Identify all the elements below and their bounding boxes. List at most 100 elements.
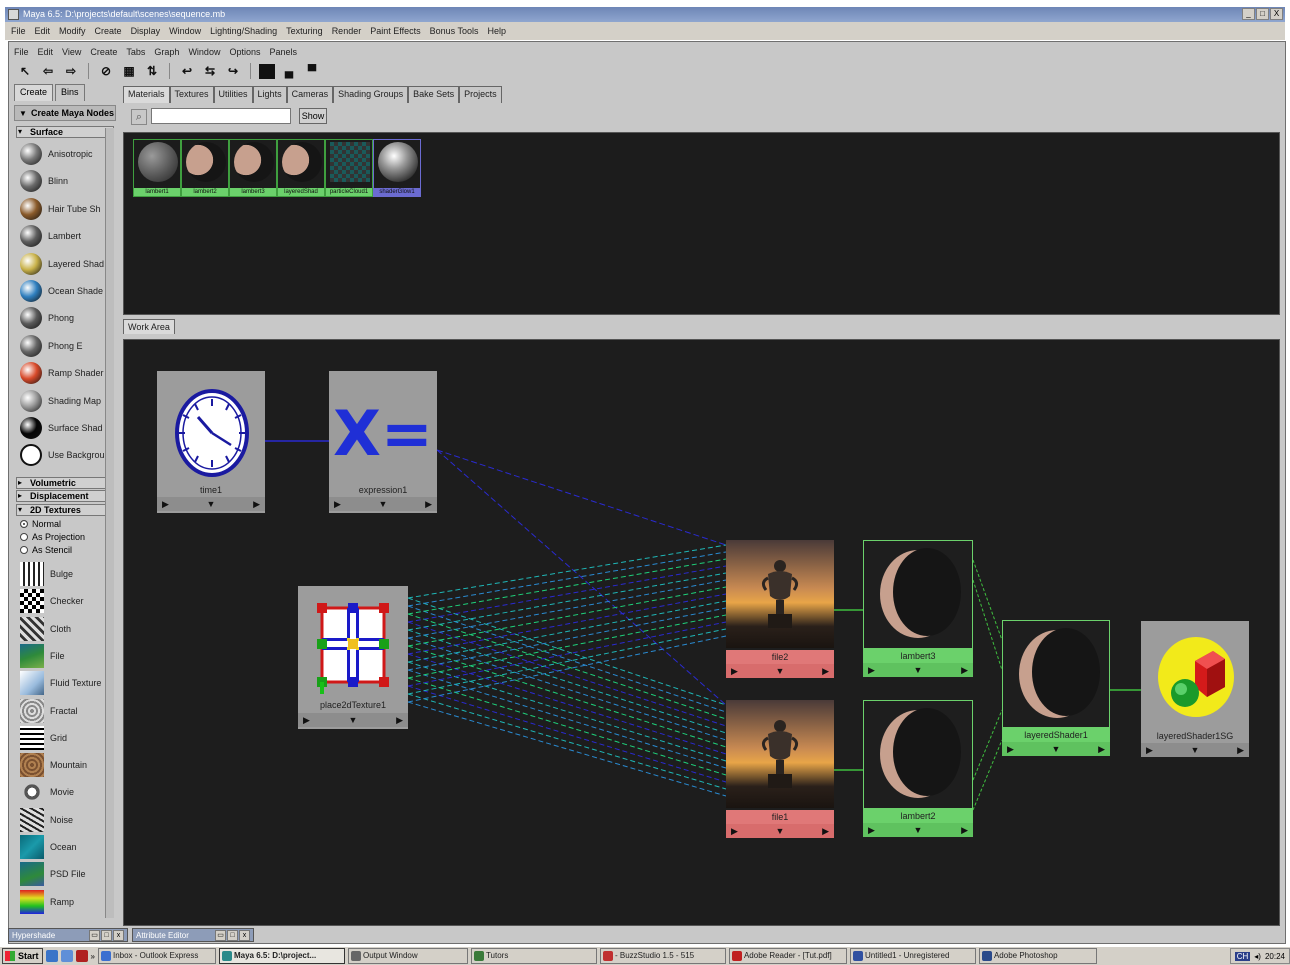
- clock[interactable]: 20:24: [1265, 952, 1285, 961]
- hs-menu-edit[interactable]: Edit: [38, 47, 54, 57]
- taskbar-button[interactable]: Inbox - Outlook Express: [97, 948, 216, 964]
- node-lambert3[interactable]: lambert3 ▶ ▼ ▶: [863, 540, 973, 682]
- surface-node-shading-map[interactable]: Shading Map: [20, 389, 116, 413]
- section-volumetric[interactable]: ▸ Volumetric: [16, 477, 114, 489]
- menu-paint-effects[interactable]: Paint Effects: [370, 26, 420, 36]
- connection-wire[interactable]: [436, 449, 727, 546]
- taskbar-button[interactable]: - BuzzStudio 1.5 - 515: [599, 948, 726, 964]
- quick-launch-more-icon[interactable]: »: [91, 952, 95, 961]
- connection-wire[interactable]: [407, 565, 727, 623]
- radio-button[interactable]: [20, 520, 28, 528]
- node-lambert3-ports[interactable]: ▶ ▼ ▶: [863, 663, 973, 677]
- hs-menu-file[interactable]: File: [14, 47, 29, 57]
- output-connections-icon[interactable]: ↪: [224, 63, 242, 80]
- connection-wire[interactable]: [407, 586, 727, 647]
- surface-node-layered-shad[interactable]: Layered Shad: [20, 252, 116, 276]
- menu-window[interactable]: Window: [169, 26, 201, 36]
- connection-wire[interactable]: [972, 579, 1003, 671]
- material-particlecloud1[interactable]: particleCloud1: [325, 139, 373, 197]
- close-icon[interactable]: x: [113, 929, 124, 941]
- connection-wire[interactable]: [972, 709, 1003, 781]
- node-place2d-texture[interactable]: place2dTexture1 ▶ ▼ ▶: [298, 586, 408, 729]
- surface-node-ramp-shader[interactable]: Ramp Shader: [20, 361, 116, 385]
- menu-bonus-tools[interactable]: Bonus Tools: [430, 26, 479, 36]
- tab-shading-groups[interactable]: Shading Groups: [333, 86, 409, 103]
- minimized-attribute-editor[interactable]: Attribute Editor ▭ □ x: [132, 928, 254, 942]
- node-file1-ports[interactable]: ▶ ▼ ▶: [726, 824, 834, 838]
- chevron-down-icon[interactable]: ▼: [914, 825, 923, 835]
- connection-wire[interactable]: [407, 685, 727, 783]
- media-player-icon[interactable]: [75, 950, 88, 962]
- texture-node-psd-file[interactable]: PSD File: [20, 862, 116, 887]
- tab-projects[interactable]: Projects: [459, 86, 502, 103]
- forward-arrow-icon[interactable]: ⇨: [62, 63, 80, 80]
- tab-textures[interactable]: Textures: [169, 86, 214, 103]
- node-place2d-ports[interactable]: ▶ ▼ ▶: [298, 713, 408, 727]
- input-output-icon[interactable]: ⇆: [201, 63, 219, 80]
- output-port-icon[interactable]: ▶: [961, 665, 968, 676]
- tab-lights[interactable]: Lights: [252, 86, 287, 103]
- input-port-icon[interactable]: ▶: [334, 499, 341, 510]
- connection-wire[interactable]: [436, 449, 727, 706]
- material-filter-input[interactable]: [151, 108, 291, 124]
- tab-bake-sets[interactable]: Bake Sets: [408, 86, 460, 103]
- node-layered-shader[interactable]: layeredShader1 ▶ ▼ ▶: [1002, 620, 1110, 760]
- connection-wire[interactable]: [972, 739, 1003, 811]
- material-shaderglow1[interactable]: shaderGlow1: [373, 139, 421, 197]
- texture-node-file[interactable]: File: [20, 643, 116, 668]
- node-shading-group-ports[interactable]: ▶ ▼ ▶: [1141, 743, 1249, 757]
- tab-cameras[interactable]: Cameras: [286, 86, 334, 103]
- both-panels-icon[interactable]: ▀: [303, 63, 321, 80]
- input-port-icon[interactable]: ▶: [1007, 744, 1014, 755]
- connection-wire[interactable]: [972, 559, 1003, 641]
- restore-icon[interactable]: ▭: [215, 929, 226, 941]
- node-layered-shader-ports[interactable]: ▶ ▼ ▶: [1002, 742, 1110, 756]
- close-button[interactable]: X: [1270, 8, 1283, 20]
- input-port-icon[interactable]: ▶: [1146, 745, 1153, 756]
- texture-node-ramp[interactable]: Ramp: [20, 889, 116, 914]
- surface-node-anisotropic[interactable]: Anisotropic: [20, 142, 116, 166]
- surface-node-surface-shad[interactable]: Surface Shad: [20, 416, 116, 440]
- taskbar-button[interactable]: Output Window: [347, 948, 468, 964]
- back-arrow-icon[interactable]: ⇦: [39, 63, 57, 80]
- taskbar-button[interactable]: Adobe Photoshop: [978, 948, 1097, 964]
- surface-node-hair-tube-sh[interactable]: Hair Tube Sh: [20, 197, 116, 221]
- output-port-icon[interactable]: ▶: [822, 826, 829, 837]
- window-title-bar[interactable]: Maya 6.5: D:\projects\default\scenes\seq…: [5, 7, 1285, 22]
- show-button[interactable]: Show: [299, 108, 327, 124]
- chevron-down-icon[interactable]: ▼: [349, 715, 358, 725]
- node-file1[interactable]: file1 ▶ ▼ ▶: [726, 700, 834, 842]
- node-expression[interactable]: X= expression1 ▶ ▼ ▶: [329, 371, 437, 513]
- texture-mode-as-stencil[interactable]: As Stencil: [20, 544, 72, 556]
- node-time-ports[interactable]: ▶ ▼ ▶: [157, 497, 265, 511]
- connection-wire[interactable]: [407, 558, 727, 615]
- chevron-down-icon[interactable]: ▼: [1191, 745, 1200, 755]
- taskbar-button[interactable]: Maya 6.5: D:\project...: [218, 948, 345, 964]
- texture-mode-normal[interactable]: Normal: [20, 518, 61, 530]
- output-port-icon[interactable]: ▶: [253, 499, 260, 510]
- maximize-button[interactable]: □: [1256, 8, 1269, 20]
- surface-node-use-background[interactable]: Use Background: [20, 443, 116, 467]
- hs-menu-panels[interactable]: Panels: [269, 47, 297, 57]
- minimize-button[interactable]: _: [1242, 8, 1255, 20]
- output-port-icon[interactable]: ▶: [396, 715, 403, 726]
- texture-node-ocean[interactable]: Ocean: [20, 835, 116, 859]
- create-maya-nodes-dropdown[interactable]: ▼ Create Maya Nodes: [14, 105, 116, 121]
- output-port-icon[interactable]: ▶: [1098, 744, 1105, 755]
- surface-node-ocean-shade[interactable]: Ocean Shade: [20, 279, 116, 303]
- connection-wire[interactable]: [407, 544, 727, 599]
- texture-node-movie[interactable]: Movie: [20, 780, 116, 805]
- hs-menu-window[interactable]: Window: [188, 47, 220, 57]
- chevron-down-icon[interactable]: ▼: [776, 826, 785, 836]
- restore-icon[interactable]: ▭: [89, 929, 100, 941]
- clear-graph-icon[interactable]: ▦: [120, 63, 138, 80]
- input-port-icon[interactable]: ▶: [868, 665, 875, 676]
- menu-edit[interactable]: Edit: [35, 26, 51, 36]
- hs-menu-options[interactable]: Options: [229, 47, 260, 57]
- material-lambert3[interactable]: lambert3: [229, 139, 277, 197]
- material-layeredshad[interactable]: layeredShad: [277, 139, 325, 197]
- input-port-icon[interactable]: ▶: [303, 715, 310, 726]
- chevron-down-icon[interactable]: ▼: [776, 666, 785, 676]
- tab-create[interactable]: Create: [14, 84, 54, 101]
- surface-node-blinn[interactable]: Blinn: [20, 169, 116, 193]
